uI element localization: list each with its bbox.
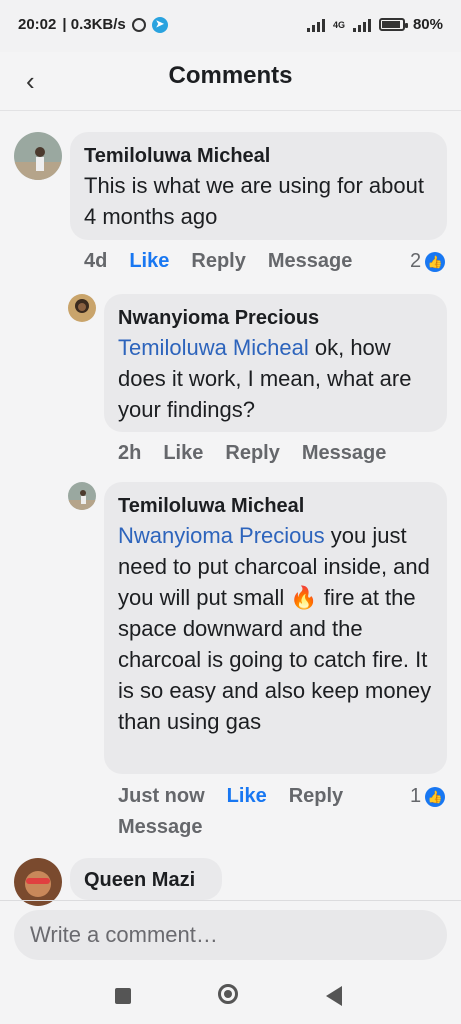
page-title: Comments	[168, 62, 293, 89]
mention-link[interactable]: Temiloluwa Micheal	[118, 335, 309, 360]
reaction-count[interactable]: 1 👍	[410, 785, 446, 808]
network-speed: | 0.3KB/s	[62, 16, 126, 33]
comment-text: Nwanyioma Precious you just need to put …	[118, 520, 433, 737]
fire-emoji-icon: 🔥	[290, 585, 318, 610]
comment-author[interactable]: Queen Mazi	[84, 866, 208, 894]
alarm-icon	[131, 17, 146, 32]
recents-icon[interactable]	[115, 988, 131, 1004]
avatar[interactable]	[68, 294, 96, 322]
wifi-signal-icon	[306, 18, 325, 32]
status-bar: 20:02 | 0.3KB/s ➤ 4G 80%	[0, 0, 461, 52]
comment-actions: 2h Like Reply Message	[118, 442, 386, 465]
reply-button[interactable]: Reply	[191, 250, 245, 273]
reaction-count[interactable]: 2 👍	[410, 250, 446, 273]
back-triangle-icon[interactable]	[326, 986, 342, 1006]
comment-bubble: Nwanyioma Precious Temiloluwa Micheal ok…	[104, 294, 447, 432]
message-button[interactable]: Message	[118, 816, 398, 839]
comment-input[interactable]: Write a comment…	[14, 910, 447, 960]
comment-author[interactable]: Temiloluwa Micheal	[118, 492, 433, 520]
system-nav-bar	[0, 966, 461, 1024]
cell-signal-icon	[352, 18, 371, 32]
comment-bubble: Temiloluwa Micheal Nwanyioma Precious yo…	[104, 482, 447, 774]
battery-percent: 80%	[412, 16, 443, 33]
message-button[interactable]: Message	[268, 250, 353, 273]
telegram-icon: ➤	[151, 16, 168, 33]
battery-icon	[378, 18, 408, 31]
message-button[interactable]: Message	[302, 442, 387, 465]
thumbs-up-icon: 👍	[425, 786, 446, 807]
clock: 20:02	[18, 16, 57, 33]
network-type: 4G	[332, 19, 345, 30]
reply-button[interactable]: Reply	[289, 785, 343, 808]
avatar[interactable]	[14, 858, 62, 906]
reaction-count-value: 2	[410, 250, 422, 272]
mention-link[interactable]: Nwanyioma Precious	[118, 523, 325, 548]
like-button[interactable]: Like	[227, 785, 267, 808]
comment-text: This is what we are using for about 4 mo…	[84, 173, 424, 229]
reaction-count-value: 1	[410, 785, 422, 807]
like-button[interactable]: Like	[163, 442, 203, 465]
home-icon[interactable]	[218, 984, 238, 1004]
comment-author[interactable]: Nwanyioma Precious	[118, 304, 433, 332]
comment-bubble: Temiloluwa Micheal This is what we are u…	[70, 132, 447, 240]
comment-actions: Just now Like Reply Message	[118, 785, 398, 839]
divider	[0, 900, 461, 901]
avatar[interactable]	[14, 132, 62, 180]
comment-actions: 4d Like Reply Message	[84, 250, 352, 273]
thumbs-up-icon: 👍	[425, 251, 446, 272]
comment-time: 2h	[118, 442, 142, 464]
avatar[interactable]	[68, 482, 96, 510]
comment-text: Temiloluwa Micheal ok, how does it work,…	[118, 332, 433, 425]
reply-button[interactable]: Reply	[225, 442, 279, 465]
comment-time: Just now	[118, 785, 205, 807]
comment-time: 4d	[84, 250, 108, 272]
like-button[interactable]: Like	[129, 250, 169, 273]
comment-author[interactable]: Temiloluwa Micheal	[84, 142, 433, 170]
header: ‹ Comments	[0, 52, 461, 111]
comment-bubble: Queen Mazi	[70, 858, 222, 900]
